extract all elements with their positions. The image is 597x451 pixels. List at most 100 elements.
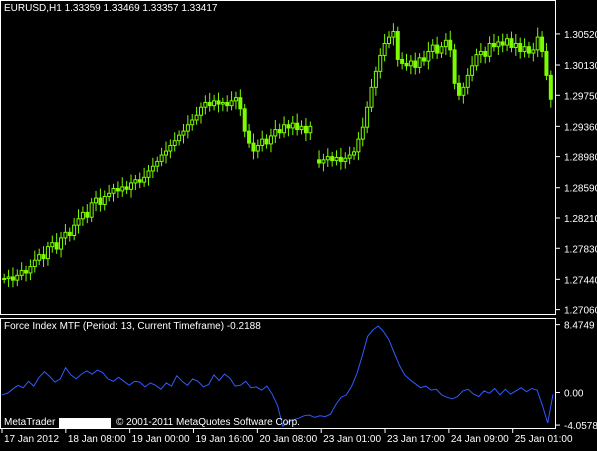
candle-body xyxy=(50,242,55,248)
time-tick-label: 24 Jan 09:00 xyxy=(451,434,509,445)
candle-body xyxy=(85,211,90,218)
candle-body xyxy=(220,101,225,105)
metatrader-chart-window: 1.30520 1.30130 1.29750 1.29360 1.28980 1.285… xyxy=(0,0,597,446)
candle-body xyxy=(124,186,129,190)
candle-body xyxy=(98,197,103,205)
time-tick-label: 20 Jan 08:00 xyxy=(259,434,317,445)
candle-body xyxy=(360,126,365,140)
candle-body xyxy=(500,41,505,46)
candle-body xyxy=(24,270,29,274)
price-tick-label: 1.30130 xyxy=(564,61,597,72)
candle-body xyxy=(59,237,64,250)
candle-body xyxy=(535,36,540,51)
price-tick-label: 1.27830 xyxy=(564,244,597,255)
price-tick-label: 1.28980 xyxy=(564,153,597,164)
candle-body xyxy=(373,70,378,88)
candle-body xyxy=(168,144,173,152)
candle-body xyxy=(496,41,501,48)
candle-body xyxy=(282,124,287,134)
candle-body xyxy=(522,46,527,52)
candle-body xyxy=(378,54,383,72)
candle-body xyxy=(470,65,475,76)
candle-body xyxy=(2,278,7,281)
candle-body xyxy=(478,50,483,56)
candle-body xyxy=(15,274,20,281)
indicator-tick-label: 8.4749 xyxy=(564,321,595,332)
candles-layer xyxy=(2,23,553,288)
candle-body xyxy=(111,188,116,194)
candle-body xyxy=(413,60,418,68)
candle-body xyxy=(461,86,466,96)
candle-body xyxy=(190,119,195,126)
candle-body xyxy=(102,195,107,205)
candle-body xyxy=(264,138,269,145)
candle-body xyxy=(45,246,50,260)
candle-body xyxy=(400,58,405,64)
candle-body xyxy=(41,254,46,260)
indicator-axis: 8.4749 0.00 -4.0578 xyxy=(555,321,597,432)
candle-body xyxy=(54,242,59,250)
candle-body xyxy=(334,156,339,162)
main-chart-frame xyxy=(0,0,556,315)
candle-body xyxy=(10,276,15,281)
price-tick-label: 1.29750 xyxy=(564,91,597,102)
candle-body xyxy=(505,38,510,46)
candle-body xyxy=(251,142,256,152)
candle-body xyxy=(177,134,182,142)
candle-body xyxy=(89,202,94,218)
candle-body xyxy=(317,159,322,164)
price-tick-label: 1.28590 xyxy=(564,184,597,195)
candle-body xyxy=(229,100,234,107)
candle-body xyxy=(273,129,278,137)
time-tick-label: 17 Jan 2012 xyxy=(4,434,59,445)
candle-body xyxy=(290,122,295,129)
candle-body xyxy=(32,259,37,268)
indicator-frame xyxy=(0,318,556,429)
candle-body xyxy=(421,57,426,62)
candle-body xyxy=(382,42,387,56)
time-tick-label: 25 Jan 01:00 xyxy=(515,434,573,445)
indicator-tick-label: 0.00 xyxy=(564,389,584,400)
candle-body xyxy=(150,165,155,172)
candle-body xyxy=(474,54,479,67)
candle-body xyxy=(387,36,392,44)
price-tick-label: 1.30520 xyxy=(564,30,597,41)
candle-body xyxy=(430,44,435,52)
candle-body xyxy=(28,266,33,274)
candle-body xyxy=(487,42,492,57)
candle-body xyxy=(76,218,81,226)
price-axis[interactable]: 1.30520 1.30130 1.29750 1.29360 1.28980 1.285… xyxy=(555,30,597,317)
candle-body xyxy=(107,192,112,197)
time-tick-label: 19 Jan 16:00 xyxy=(196,434,254,445)
candle-body xyxy=(146,170,151,178)
candle-body xyxy=(115,188,120,192)
candle-body xyxy=(303,125,308,134)
candle-body xyxy=(491,42,496,48)
candle-body xyxy=(238,97,243,110)
candle-body xyxy=(330,156,335,162)
candle-body xyxy=(67,231,72,237)
time-axis[interactable]: 17 Jan 2012 18 Jan 08:00 19 Jan 00:00 19 Ja… xyxy=(1,428,573,445)
indicator-tick-label: -4.0578 xyxy=(564,421,597,432)
candle-body xyxy=(439,46,444,54)
candle-body xyxy=(194,114,199,121)
time-tick-label: 18 Jan 08:00 xyxy=(68,434,126,445)
candle-body xyxy=(365,106,370,128)
candle-body xyxy=(37,254,42,261)
candle-body xyxy=(137,179,142,183)
candle-body xyxy=(233,97,238,102)
price-tick-label: 1.27440 xyxy=(564,275,597,286)
candle-body xyxy=(540,36,545,52)
candle-body xyxy=(435,44,440,54)
candle-body xyxy=(120,186,125,192)
candle-body xyxy=(299,125,304,131)
candle-body xyxy=(133,179,138,184)
candle-body xyxy=(19,270,24,276)
time-tick-label: 23 Jan 01:00 xyxy=(323,434,381,445)
candle-body xyxy=(212,100,217,107)
candle-body xyxy=(163,150,168,156)
candle-body xyxy=(185,124,190,132)
candle-body xyxy=(352,151,357,156)
candle-body xyxy=(347,154,352,159)
candle-body xyxy=(369,86,374,108)
